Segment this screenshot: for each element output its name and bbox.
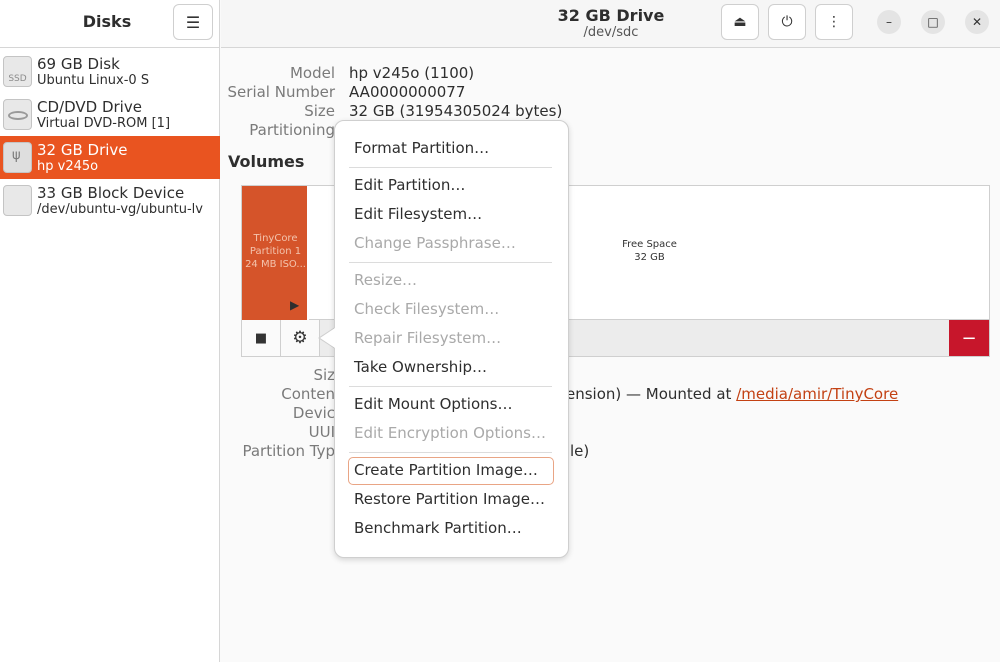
minimize-icon: – [886,15,892,29]
model-value: hp v245o (1100) [349,64,475,82]
menu-separator [349,262,552,263]
disk-name: 69 GB Disk [37,55,120,73]
mount-point-link[interactable]: /media/amir/TinyCore [736,385,898,403]
power-icon: ⏻ [781,14,793,30]
stop-icon: ■ [254,330,268,346]
menu-item-take-ownership[interactable]: Take Ownership… [354,358,487,376]
popover-arrow-fill [320,328,335,348]
delete-partition-button[interactable]: − [949,320,989,356]
size-value: 32 GB (31954305024 bytes) [349,102,563,120]
sidebar-item-33gb-block-device[interactable]: 33 GB Block Device /dev/ubuntu-vg/ubuntu… [0,179,220,222]
menu-item-benchmark-partition[interactable]: Benchmark Partition… [354,519,522,537]
partition-size-label: Siz [313,366,335,384]
contents-label: Conten [281,385,335,403]
disk-name: 33 GB Block Device [37,184,185,202]
eject-button[interactable]: ⏏ [721,4,759,40]
sidebar-item-32gb-drive[interactable]: ψ 32 GB Drive hp v245o [0,136,220,179]
partition-type-label: Partition Typ [242,442,335,460]
partition-size: 24 MB ISO... [245,259,306,270]
power-off-button[interactable]: ⏻ [768,4,806,40]
free-space-block[interactable]: Free Space 32 GB [542,238,757,264]
size-label: Size [304,102,335,120]
main-menu-button[interactable]: ☰ [173,4,213,40]
menu-item-repair-filesystem: Repair Filesystem… [354,329,502,347]
unmount-button[interactable]: ■ [242,320,281,356]
maximize-button[interactable]: □ [921,10,945,34]
disk-subtitle: hp v245o [37,159,99,174]
sidebar-item-69gb-disk[interactable]: SSD 69 GB Disk Ubuntu Linux-0 S [0,50,220,93]
menu-item-check-filesystem: Check Filesystem… [354,300,500,318]
menu-item-edit-mount-options[interactable]: Edit Mount Options… [354,395,512,413]
sidebar: Disks ☰ SSD 69 GB Disk Ubuntu Linux-0 S … [0,0,220,662]
free-space-label: Free Space [622,239,677,250]
optical-drive-icon [3,99,32,130]
gear-icon: ⚙ [292,328,308,348]
maximize-icon: □ [927,15,939,29]
model-label: Model [289,64,335,82]
menu-separator [349,386,552,387]
partition-type-value: le) [570,442,590,460]
menu-item-edit-filesystem[interactable]: Edit Filesystem… [354,205,482,223]
hamburger-menu-icon: ☰ [185,12,201,32]
more-icon: ⋮ [827,14,841,30]
header-bar: 32 GB Drive /dev/sdc ⏏ ⏻ ⋮ – □ ✕ [221,0,1000,48]
menu-item-edit-partition[interactable]: Edit Partition… [354,176,465,194]
menu-item-format-partition[interactable]: Format Partition… [354,139,489,157]
menu-separator [349,167,552,168]
block-device-icon [3,185,32,216]
free-space-size: 32 GB [634,252,665,263]
disk-subtitle: /dev/ubuntu-vg/ubuntu-lv [37,202,203,217]
partition-name: TinyCore [253,233,298,244]
partition-options-button[interactable]: ⚙ [281,320,320,356]
contents-value: ension) — Mounted at /media/amir/TinyCor… [566,385,899,403]
uuid-label: UUI [308,423,335,441]
sidebar-header: Disks ☰ [0,0,219,48]
minus-icon: − [961,327,977,349]
serial-number-value: AA0000000077 [349,83,466,101]
play-icon: ▶ [290,298,300,312]
disk-subtitle: Virtual DVD-ROM [1] [37,116,171,131]
partition-1-block[interactable]: TinyCore Partition 1 24 MB ISO... ▶ [242,186,309,320]
partition-number: Partition 1 [249,246,302,257]
ssd-icon: SSD [3,56,32,87]
partitioning-label: Partitioning [249,121,335,139]
volumes-title: Volumes [228,152,305,171]
menu-item-resize: Resize… [354,271,418,289]
serial-number-label: Serial Number [227,83,335,101]
disk-name: CD/DVD Drive [37,98,142,116]
close-button[interactable]: ✕ [965,10,989,34]
menu-item-edit-encryption-options: Edit Encryption Options… [354,424,546,442]
drive-options-button[interactable]: ⋮ [815,4,853,40]
partition-options-menu: Format Partition… Edit Partition… Edit F… [334,120,569,558]
disk-subtitle: Ubuntu Linux-0 S [37,73,150,88]
menu-item-create-partition-image[interactable]: Create Partition Image… [354,461,538,479]
menu-separator [349,452,552,453]
eject-icon: ⏏ [733,14,747,30]
minimize-button[interactable]: – [877,10,901,34]
usb-drive-icon: ψ [3,142,32,173]
menu-item-restore-partition-image[interactable]: Restore Partition Image… [354,490,545,508]
close-icon: ✕ [971,15,983,29]
sidebar-item-cd-dvd-drive[interactable]: CD/DVD Drive Virtual DVD-ROM [1] [0,93,220,136]
menu-item-change-passphrase: Change Passphrase… [354,234,516,252]
device-label: Devic [292,404,335,422]
disk-name: 32 GB Drive [37,141,128,159]
